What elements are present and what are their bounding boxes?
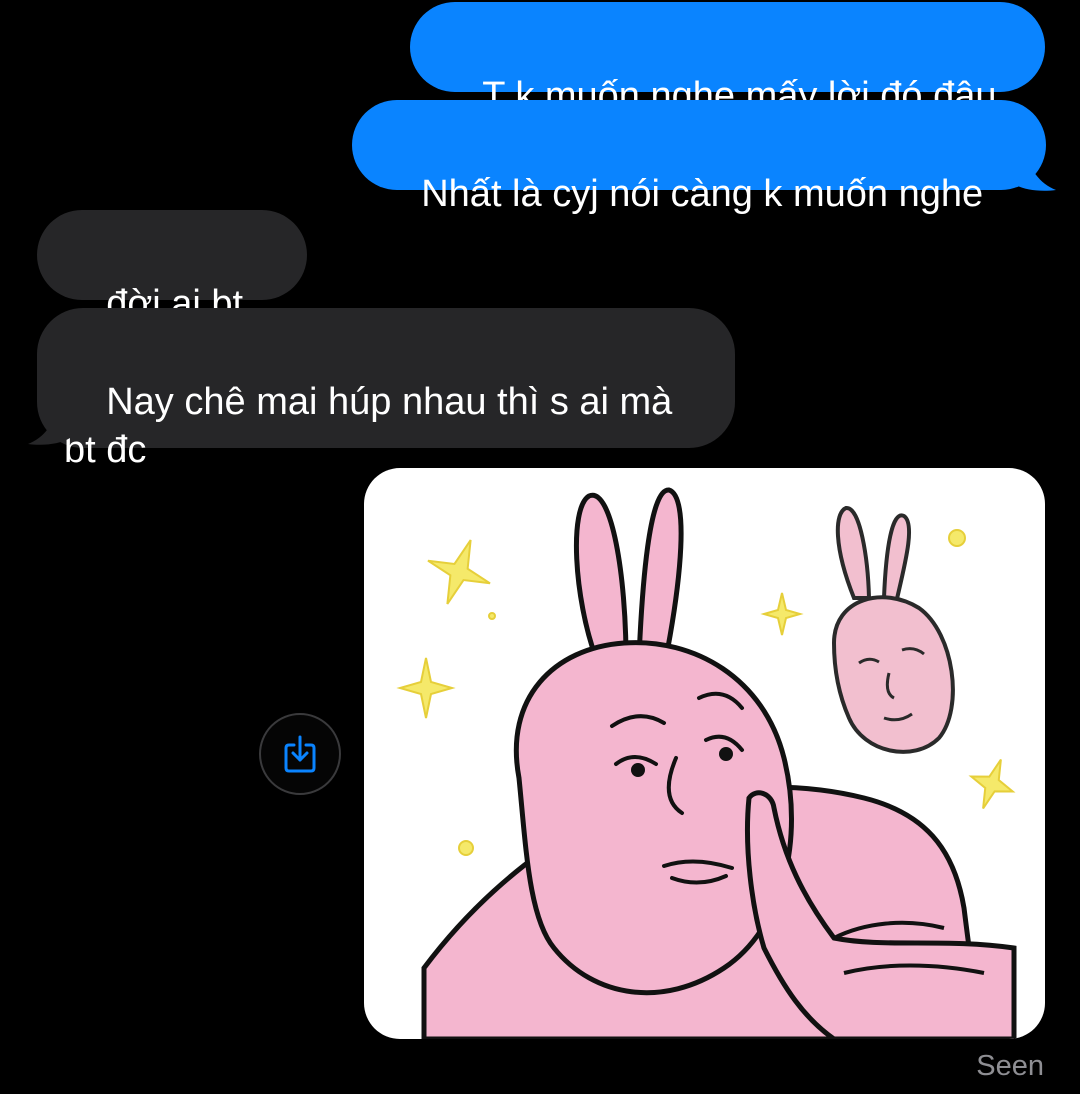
read-receipt-status: Seen	[976, 1050, 1044, 1082]
pink-rabbit-sticker	[396, 487, 1017, 1039]
save-image-button[interactable]	[259, 713, 341, 795]
sent-message-bubble[interactable]: Nhất là cyj nói càng k muốn nghe	[352, 100, 1046, 215]
received-bubble-tail	[28, 404, 74, 445]
save-to-device-icon	[284, 735, 316, 773]
sticker-image[interactable]	[364, 468, 1045, 1039]
sent-message-bubble[interactable]: T k muốn nghe mấy lời đó đâu	[410, 2, 1045, 117]
received-message-bubble[interactable]: đời ai bt trc	[37, 210, 307, 373]
received-message-bubble[interactable]: Nay chê mai húp nhau thì s ai mà bt đc	[37, 308, 735, 471]
message-text: Nay chê mai húp nhau thì s ai mà bt đc	[64, 381, 673, 471]
message-text: Nhất là cyj nói càng k muốn nghe	[421, 173, 984, 215]
sent-bubble-tail	[1010, 150, 1056, 191]
